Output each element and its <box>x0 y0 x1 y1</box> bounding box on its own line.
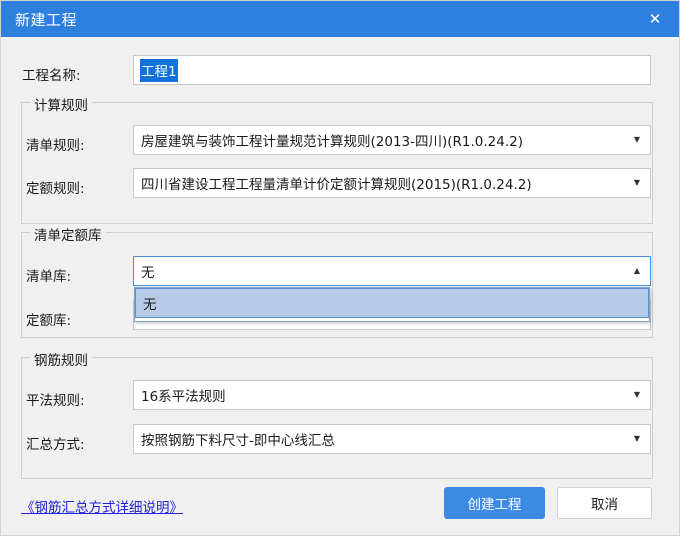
summary-method-label: 汇总方式: <box>26 437 85 453</box>
dropdown-option[interactable]: 无 <box>135 288 649 318</box>
quota-library-label: 定额库: <box>26 313 72 329</box>
list-library-value: 无 <box>141 265 155 281</box>
group-rebar-rules: 钢筋规则 <box>21 349 653 479</box>
pingfa-rule-label: 平法规则: <box>26 393 85 409</box>
summary-method-value: 按照钢筋下料尺寸-即中心线汇总 <box>141 433 335 449</box>
dialog-title: 新建工程 <box>15 10 78 29</box>
chevron-down-icon[interactable]: ▼ <box>624 179 650 187</box>
cancel-button-label: 取消 <box>591 497 618 513</box>
pingfa-rule-value: 16系平法规则 <box>141 389 226 405</box>
summary-method-combobox[interactable]: 按照钢筋下料尺寸-即中心线汇总 ▼ <box>133 424 651 454</box>
create-project-button-label: 创建工程 <box>467 497 522 513</box>
group-rebar-rules-title: 钢筋规则 <box>30 349 92 369</box>
list-rule-value: 房屋建筑与装饰工程计量规范计算规则(2013-四川)(R1.0.24.2) <box>141 134 523 150</box>
quota-rule-value: 四川省建设工程工程量清单计价定额计算规则(2015)(R1.0.24.2) <box>141 177 532 193</box>
quota-rule-label: 定额规则: <box>26 181 85 197</box>
pingfa-rule-combobox[interactable]: 16系平法规则 ▼ <box>133 380 651 410</box>
project-name-value: 工程1 <box>140 58 178 82</box>
quota-rule-combobox[interactable]: 四川省建设工程工程量清单计价定额计算规则(2015)(R1.0.24.2) ▼ <box>133 168 651 198</box>
chevron-up-icon[interactable]: ▲ <box>624 267 650 275</box>
group-calc-rules: 计算规则 <box>21 94 653 224</box>
dialog-body: 工程名称: 工程1 计算规则 清单规则: 房屋建筑与装饰工程计量规范计算规则(2… <box>1 37 679 535</box>
group-library-title: 清单定额库 <box>30 224 106 244</box>
list-library-dropdown[interactable]: 无 <box>134 287 650 322</box>
group-calc-rules-title: 计算规则 <box>30 94 92 114</box>
dialog-titlebar: 新建工程 ✕ <box>1 1 679 37</box>
chevron-down-icon[interactable]: ▼ <box>624 435 650 443</box>
close-icon[interactable]: ✕ <box>637 1 673 37</box>
chevron-down-icon[interactable]: ▼ <box>624 391 650 399</box>
new-project-dialog: 新建工程 ✕ 工程名称: 工程1 计算规则 清单规则: 房屋建筑与装饰工程计量规… <box>0 0 680 536</box>
cancel-button[interactable]: 取消 <box>557 487 652 519</box>
rebar-summary-help-link[interactable]: 《钢筋汇总方式详细说明》 <box>21 496 183 516</box>
project-name-input[interactable]: 工程1 <box>133 55 651 85</box>
list-rule-combobox[interactable]: 房屋建筑与装饰工程计量规范计算规则(2013-四川)(R1.0.24.2) ▼ <box>133 125 651 155</box>
chevron-down-icon[interactable]: ▼ <box>624 136 650 144</box>
dropdown-option-label: 无 <box>143 297 157 313</box>
list-library-label: 清单库: <box>26 269 72 285</box>
list-rule-label: 清单规则: <box>26 138 85 154</box>
project-name-label: 工程名称: <box>22 68 81 84</box>
list-library-combobox[interactable]: 无 ▲ <box>133 256 651 286</box>
create-project-button[interactable]: 创建工程 <box>444 487 545 519</box>
